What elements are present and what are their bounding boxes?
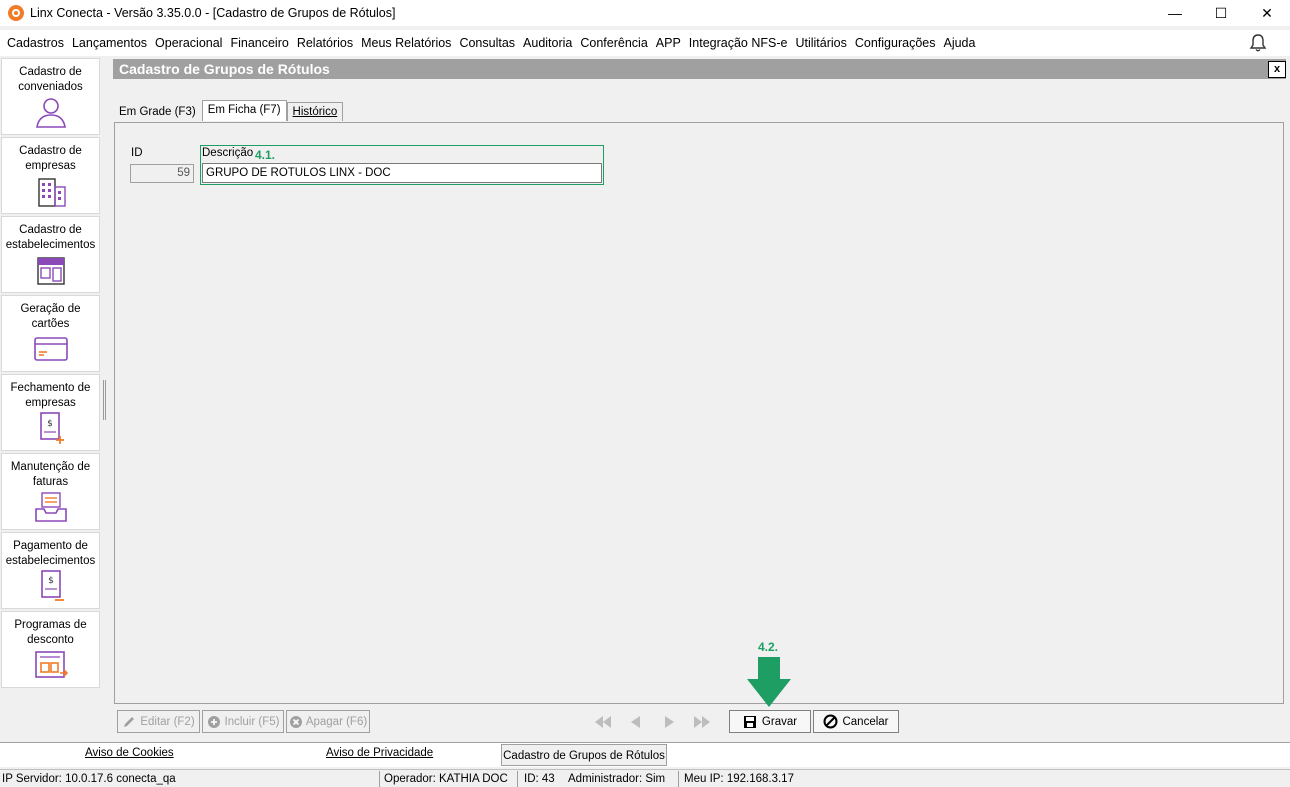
- menu-relatorios[interactable]: Relatórios: [297, 36, 353, 50]
- first-record-icon[interactable]: [593, 713, 613, 731]
- sidebar-item-faturas[interactable]: Manutenção de faturas: [1, 453, 100, 530]
- cookies-link[interactable]: Aviso de Cookies: [85, 747, 174, 759]
- last-record-icon[interactable]: [692, 713, 712, 731]
- sidebar-splitter[interactable]: [103, 380, 106, 420]
- menu-operacional[interactable]: Operacional: [155, 36, 222, 50]
- cancel-circle-icon: [823, 714, 838, 729]
- open-window-tab[interactable]: Cadastro de Grupos de Rótulos: [501, 744, 667, 766]
- sidebar: Cadastro de conveniados Cadastro de empr…: [0, 58, 102, 740]
- building-icon: [37, 178, 66, 207]
- save-button[interactable]: Gravar: [729, 710, 811, 733]
- sidebar-item-cartoes[interactable]: Geração de cartões: [1, 295, 100, 372]
- bell-icon[interactable]: [1248, 33, 1268, 53]
- sidebar-item-label: Fechamento de empresas: [10, 382, 91, 409]
- menu-conferencia[interactable]: Conferência: [580, 36, 647, 50]
- tab-historico[interactable]: Histórico: [286, 102, 344, 121]
- status-admin: Administrador: Sim: [566, 771, 679, 787]
- sidebar-item-label: Cadastro de conveniados: [18, 66, 83, 93]
- menu-ajuda[interactable]: Ajuda: [943, 36, 975, 50]
- sidebar-item-pagamento[interactable]: Pagamento de estabelecimentos $: [1, 532, 100, 609]
- card-icon: [33, 337, 68, 361]
- form-panel: [114, 122, 1284, 704]
- tab-em-grade[interactable]: Em Grade (F3): [113, 102, 202, 121]
- menu-consultas[interactable]: Consultas: [459, 36, 515, 50]
- payment-icon: $: [40, 570, 64, 601]
- cancel-button[interactable]: Cancelar: [813, 710, 899, 733]
- svg-text:$: $: [47, 419, 53, 429]
- sidebar-item-empresas[interactable]: Cadastro de empresas: [1, 137, 100, 214]
- app-logo-icon: [8, 5, 24, 21]
- delete-circle-icon: [289, 715, 302, 728]
- status-id: ID: 43: [524, 773, 555, 785]
- menu-lancamentos[interactable]: Lançamentos: [72, 36, 147, 50]
- edit-button[interactable]: Editar (F2): [117, 710, 200, 733]
- title-bar: Linx Conecta - Versão 3.35.0.0 - [Cadast…: [0, 0, 1290, 26]
- include-button[interactable]: Incluir (F5): [202, 710, 284, 733]
- previous-record-icon[interactable]: [626, 713, 646, 731]
- next-record-icon[interactable]: [659, 713, 679, 731]
- sidebar-item-conveniados[interactable]: Cadastro de conveniados: [1, 58, 100, 135]
- pencil-icon: [124, 716, 135, 727]
- menu-cadastros[interactable]: Cadastros: [7, 36, 64, 50]
- sidebar-item-estabelecimentos[interactable]: Cadastro de estabelecimentos: [1, 216, 100, 293]
- menu-app[interactable]: APP: [656, 36, 681, 50]
- delete-button-label: Apagar (F6): [305, 715, 368, 728]
- annotation-4-2: 4.2.: [758, 640, 779, 654]
- sidebar-item-label: Cadastro de estabelecimentos: [5, 224, 96, 251]
- menu-bar: Cadastros Lançamentos Operacional Financ…: [0, 30, 1290, 56]
- sidebar-item-label: Programas de desconto: [14, 619, 87, 646]
- discount-icon: [34, 651, 68, 678]
- status-my-ip: Meu IP: 192.168.3.17: [684, 773, 794, 785]
- arrow-down-icon: [747, 657, 791, 707]
- sidebar-item-label: Cadastro de empresas: [19, 145, 82, 172]
- status-operator: Operador: KATHIA DOC: [382, 771, 518, 787]
- invoice-add-icon: $: [39, 412, 64, 444]
- menu-auditoria[interactable]: Auditoria: [523, 36, 572, 50]
- description-label: Descrição: [202, 147, 254, 159]
- window-title: Linx Conecta - Versão 3.35.0.0 - [Cadast…: [30, 6, 396, 20]
- description-input[interactable]: [202, 163, 602, 183]
- privacy-link[interactable]: Aviso de Privacidade: [326, 747, 433, 759]
- sidebar-item-fechamento[interactable]: Fechamento de empresas $: [1, 374, 100, 451]
- status-server: IP Servidor: 10.0.17.6 conecta_qa: [0, 771, 380, 787]
- minimize-button[interactable]: —: [1152, 0, 1198, 26]
- close-window-button[interactable]: ✕: [1244, 0, 1290, 26]
- plus-circle-icon: [207, 715, 220, 728]
- include-button-label: Incluir (F5): [224, 715, 280, 728]
- delete-button[interactable]: Apagar (F6): [286, 710, 370, 733]
- id-label: ID: [131, 147, 143, 159]
- menu-integracao-nfse[interactable]: Integração NFS-e: [689, 36, 788, 50]
- sidebar-item-programas[interactable]: Programas de desconto: [1, 611, 100, 688]
- sidebar-item-label: Pagamento de estabelecimentos: [5, 540, 96, 567]
- menu-utilitarios[interactable]: Utilitários: [795, 36, 846, 50]
- tab-em-ficha[interactable]: Em Ficha (F7): [201, 100, 287, 121]
- form-close-button[interactable]: x: [1268, 61, 1286, 78]
- floppy-disk-icon: [743, 715, 756, 728]
- form-tabs: Em Grade (F3) Em Ficha (F7) Histórico: [113, 99, 344, 121]
- svg-text:$: $: [48, 576, 54, 586]
- maximize-button[interactable]: ☐: [1198, 0, 1244, 26]
- cancel-button-label: Cancelar: [842, 715, 889, 728]
- form-title: Cadastro de Grupos de Rótulos: [113, 59, 1286, 79]
- menu-financeiro[interactable]: Financeiro: [230, 36, 288, 50]
- menu-meus-relatorios[interactable]: Meus Relatórios: [361, 36, 451, 50]
- save-button-label: Gravar: [761, 715, 798, 728]
- user-icon: [35, 98, 66, 128]
- menu-configuracoes[interactable]: Configurações: [855, 36, 936, 50]
- annotation-4-1: 4.1.: [255, 148, 276, 162]
- id-field: 59: [130, 164, 194, 183]
- sidebar-item-label: Geração de cartões: [20, 303, 81, 330]
- store-icon: [36, 257, 65, 285]
- edit-button-label: Editar (F2): [140, 715, 195, 728]
- sidebar-item-label: Manutenção de faturas: [10, 461, 91, 488]
- inbox-icon: [34, 492, 67, 522]
- status-bar: IP Servidor: 10.0.17.6 conecta_qa Operad…: [0, 769, 1290, 787]
